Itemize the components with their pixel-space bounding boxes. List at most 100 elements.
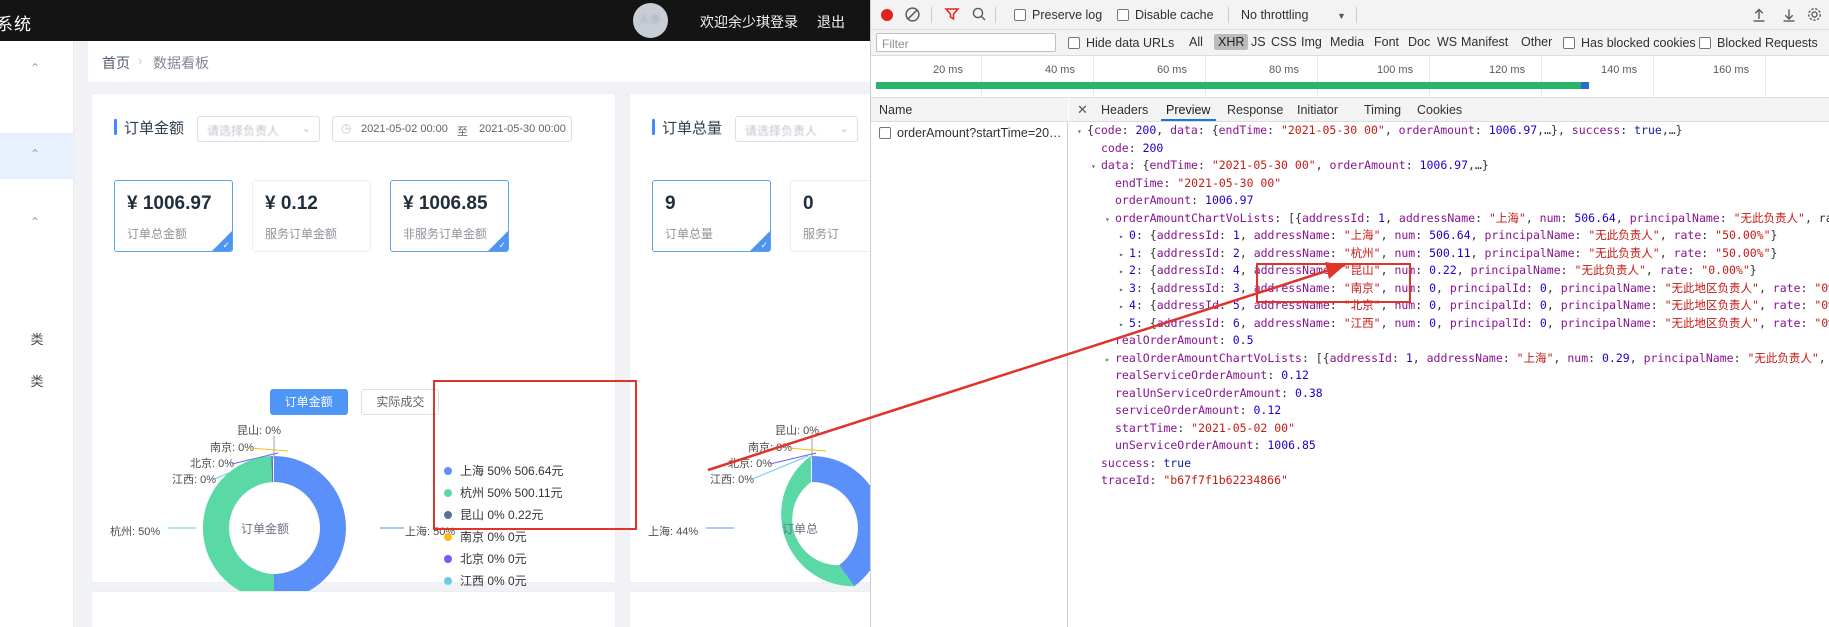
json-line[interactable]: ▸ 4: {addressId: 5, addressName: "北京", nu…: [1069, 297, 1829, 315]
type-filter-ws[interactable]: WS: [1437, 35, 1457, 49]
btn-real-deal[interactable]: 实际成交: [361, 389, 440, 415]
json-line[interactable]: ▸ 1: {addressId: 2, addressName: "杭州", nu…: [1069, 245, 1829, 263]
logout-button[interactable]: 退出: [817, 12, 845, 32]
preserve-log-label[interactable]: Preserve log: [1032, 8, 1102, 22]
app-topbar: 台系统 头像 欢迎余少琪登录 退出: [0, 0, 870, 41]
tab-preview[interactable]: Preview: [1166, 103, 1210, 117]
disable-cache-label[interactable]: Disable cache: [1135, 8, 1214, 22]
stat-card-service-count[interactable]: 0 服务订: [790, 180, 870, 252]
disclosure-triangle-icon[interactable]: ▸: [1119, 281, 1129, 299]
disable-cache-checkbox[interactable]: [1117, 9, 1129, 21]
disclosure-triangle-icon[interactable]: ▸: [1119, 298, 1129, 316]
json-line[interactable]: unServiceOrderAmount: 1006.85: [1069, 437, 1829, 455]
throttling-select[interactable]: No throttling: [1241, 8, 1308, 22]
disclosure-triangle-icon[interactable]: ▸: [1119, 263, 1129, 281]
type-filter-other[interactable]: Other: [1521, 35, 1552, 49]
avatar[interactable]: 头像: [633, 3, 668, 38]
json-line[interactable]: ▸ 0: {addressId: 1, addressName: "上海", nu…: [1069, 227, 1829, 245]
stat-card-nonservice-amount[interactable]: ¥ 1006.85 非服务订单金额 ✓: [390, 180, 509, 252]
record-icon[interactable]: [881, 9, 893, 21]
json-line[interactable]: ▸ 2: {addressId: 4, addressName: "昆山", nu…: [1069, 262, 1829, 280]
json-line[interactable]: endTime: "2021-05-30 00": [1069, 175, 1829, 193]
type-filter-media[interactable]: Media: [1330, 35, 1364, 49]
disclosure-triangle-icon[interactable]: ▸: [1105, 351, 1115, 369]
type-filter-js[interactable]: JS: [1251, 35, 1266, 49]
type-filter-manifest[interactable]: Manifest: [1461, 35, 1508, 49]
sidebar-item-5[interactable]: ⌄: [0, 611, 74, 627]
type-filter-css[interactable]: CSS: [1271, 35, 1297, 49]
type-filter-font[interactable]: Font: [1374, 35, 1399, 49]
json-line[interactable]: traceId: "b67f7f1b62234866": [1069, 472, 1829, 490]
sidebar-item-label-3[interactable]: 类: [0, 329, 74, 348]
preserve-log-checkbox[interactable]: [1014, 9, 1026, 21]
principal-select-2[interactable]: 请选择负责人 ⌄: [735, 116, 858, 142]
has-blocked-cookies-label[interactable]: Has blocked cookies: [1581, 36, 1696, 50]
json-line[interactable]: code: 200: [1069, 140, 1829, 158]
tab-timing[interactable]: Timing: [1364, 103, 1401, 117]
json-line[interactable]: startTime: "2021-05-02 00": [1069, 420, 1829, 438]
hide-data-urls-label[interactable]: Hide data URLs: [1086, 36, 1174, 50]
tab-initiator[interactable]: Initiator: [1297, 103, 1338, 117]
json-line[interactable]: ▾ {code: 200, data: {endTime: "2021-05-30…: [1069, 122, 1829, 140]
json-line[interactable]: realUnServiceOrderAmount: 0.38: [1069, 385, 1829, 403]
json-line[interactable]: ▸ realOrderAmountChartVoLists: [{addressI…: [1069, 350, 1829, 368]
tab-cookies[interactable]: Cookies: [1417, 103, 1462, 117]
sidebar-item-0[interactable]: ⌃: [0, 47, 74, 93]
chevron-down-icon[interactable]: ▼: [1337, 11, 1346, 21]
json-line[interactable]: serviceOrderAmount: 0.12: [1069, 402, 1829, 420]
has-blocked-cookies-checkbox[interactable]: [1563, 37, 1575, 49]
gear-icon[interactable]: [1806, 6, 1823, 23]
disclosure-triangle-icon[interactable]: ▾: [1091, 158, 1101, 176]
blocked-requests-checkbox[interactable]: [1699, 37, 1711, 49]
sidebar-item-label-4[interactable]: 类: [0, 371, 74, 390]
network-timeline[interactable]: 20 ms 40 ms 60 ms 80 ms 100 ms 120 ms 14…: [871, 56, 1829, 98]
filter-icon[interactable]: [944, 6, 960, 22]
json-line[interactable]: orderAmount: 1006.97: [1069, 192, 1829, 210]
json-line[interactable]: realServiceOrderAmount: 0.12: [1069, 367, 1829, 385]
json-line[interactable]: success: true: [1069, 455, 1829, 473]
filter-input[interactable]: Filter: [876, 33, 1056, 52]
stat-card-service-amount[interactable]: ¥ 0.12 服务订单金额: [252, 180, 371, 252]
disclosure-triangle-icon[interactable]: ▾: [1105, 211, 1115, 229]
json-preview-tree[interactable]: ▾ {code: 200, data: {endTime: "2021-05-30…: [1069, 122, 1829, 627]
legend-dot-icon: [444, 489, 452, 497]
json-line[interactable]: realOrderAmount: 0.5: [1069, 332, 1829, 350]
close-icon[interactable]: ✕: [1077, 102, 1088, 118]
json-line[interactable]: ▸ 3: {addressId: 3, addressName: "南京", nu…: [1069, 280, 1829, 298]
blocked-requests-label[interactable]: Blocked Requests: [1717, 36, 1818, 50]
type-filter-all[interactable]: All: [1189, 35, 1203, 49]
date-end[interactable]: 2021-05-30 00:00: [479, 123, 566, 135]
btn-order-amount[interactable]: 订单金额: [269, 389, 348, 415]
breadcrumb: 首页 › 数据看板: [88, 41, 870, 83]
disclosure-triangle-icon[interactable]: ▸: [1119, 246, 1129, 264]
date-range-picker[interactable]: ◷ 2021-05-02 00:00 至 2021-05-30 00:00: [332, 116, 572, 142]
breadcrumb-home[interactable]: 首页: [102, 53, 130, 73]
request-row-checkbox[interactable]: [879, 127, 891, 139]
principal-select[interactable]: 请选择负责人 ⌄: [197, 116, 320, 142]
tab-headers[interactable]: Headers: [1101, 103, 1148, 117]
json-line[interactable]: ▾ orderAmountChartVoLists: [{addressId: 1…: [1069, 210, 1829, 228]
download-icon[interactable]: [1781, 7, 1797, 23]
date-start[interactable]: 2021-05-02 00:00: [361, 123, 448, 135]
tab-response[interactable]: Response: [1227, 103, 1283, 117]
request-row[interactable]: orderAmount?startTime=20…: [871, 122, 1068, 144]
timeline-tick-60ms: 60 ms: [1157, 64, 1187, 76]
disclosure-triangle-icon[interactable]: ▾: [1077, 123, 1087, 141]
json-line[interactable]: ▸ 5: {addressId: 6, addressName: "江西", nu…: [1069, 315, 1829, 333]
upload-icon[interactable]: [1751, 7, 1767, 23]
disclosure-triangle-icon[interactable]: ▸: [1119, 228, 1129, 246]
name-column-header[interactable]: Name: [871, 98, 1068, 122]
clear-icon[interactable]: [904, 6, 921, 23]
sidebar-item-1[interactable]: ⌃: [0, 133, 74, 179]
json-line[interactable]: ▾ data: {endTime: "2021-05-30 00", orderA…: [1069, 157, 1829, 175]
disclosure-triangle-icon[interactable]: ▸: [1119, 316, 1129, 334]
type-filter-img[interactable]: Img: [1301, 35, 1322, 49]
search-icon[interactable]: [971, 6, 987, 22]
panel-bottom-left: [91, 591, 616, 627]
stat-card-total-count[interactable]: 9 订单总量 ✓: [652, 180, 771, 252]
type-filter-doc[interactable]: Doc: [1408, 35, 1430, 49]
type-filter-xhr[interactable]: XHR: [1214, 34, 1249, 50]
sidebar-item-2[interactable]: ⌃: [0, 201, 74, 247]
stat-card-total-amount[interactable]: ¥ 1006.97 订单总金额 ✓: [114, 180, 233, 252]
hide-data-urls-checkbox[interactable]: [1068, 37, 1080, 49]
